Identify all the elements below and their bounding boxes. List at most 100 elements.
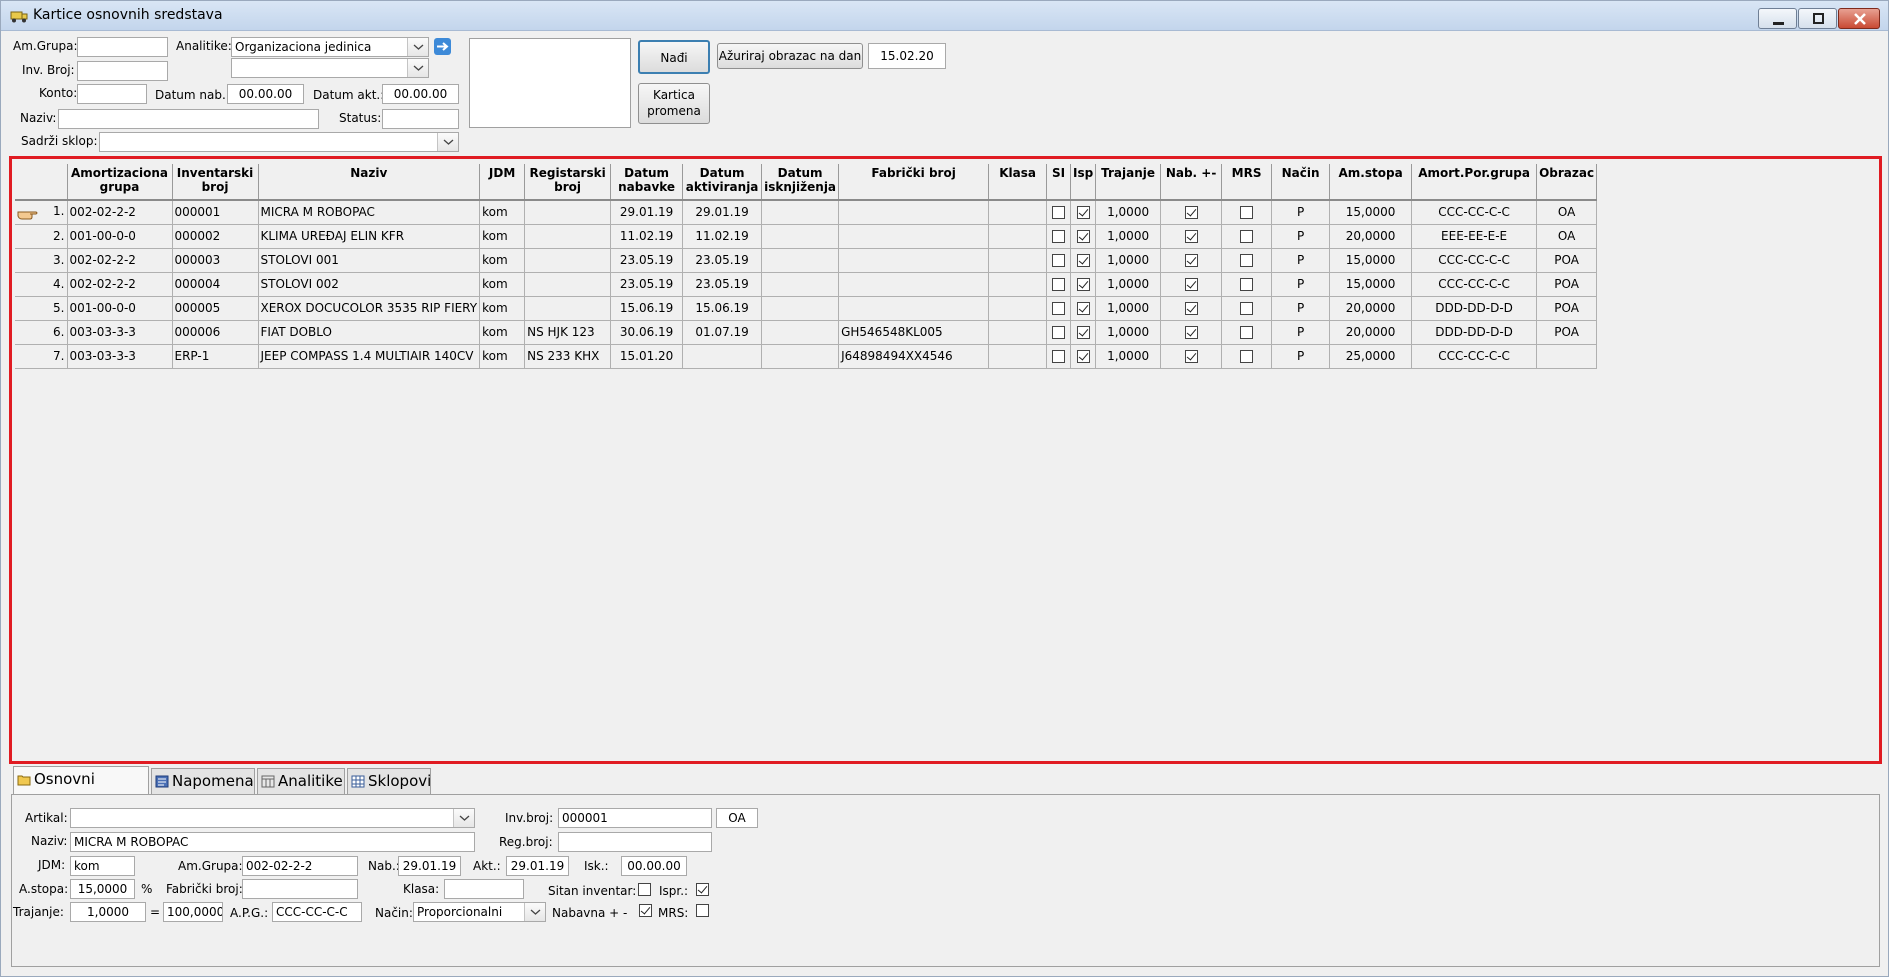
cell-si[interactable] (1046, 200, 1072, 225)
cell-traj[interactable]: 1,0000 (1095, 248, 1162, 273)
column-header[interactable]: Inventarski broj (172, 164, 259, 201)
cell-isp[interactable] (1070, 248, 1097, 273)
cell-stopa[interactable]: 15,0000 (1329, 248, 1413, 273)
chevron-down-icon[interactable] (524, 903, 545, 921)
cell-grupa[interactable]: 001-00-0-0 (67, 296, 173, 321)
cell-isk[interactable] (761, 344, 840, 369)
cell-mrs[interactable] (1221, 344, 1273, 369)
cell-apg[interactable]: CCC-CC-C-C (1411, 200, 1538, 225)
isp-checkbox[interactable] (1076, 302, 1090, 315)
chevron-down-icon[interactable] (437, 133, 458, 151)
column-header[interactable]: Isp (1070, 164, 1097, 201)
mrs-checkbox[interactable] (1240, 326, 1254, 339)
cell-nab[interactable]: 15.01.20 (610, 344, 684, 369)
cell-naziv[interactable]: XEROX DOCUCOLOR 3535 RIP FIERY (258, 296, 481, 321)
cell-akt[interactable]: 15.06.19 (682, 296, 763, 321)
nabavna-checkbox[interactable] (639, 904, 652, 917)
cell-isp[interactable] (1070, 272, 1097, 297)
tab-napomena[interactable]: Napomena (151, 768, 255, 794)
cell-klasa[interactable] (988, 272, 1048, 297)
cell-obr[interactable]: POA (1536, 296, 1598, 321)
column-header[interactable]: Datum isknjiženja (761, 164, 840, 201)
cell-inv[interactable]: 000005 (172, 296, 259, 321)
cell-isk[interactable] (761, 224, 840, 249)
naziv-input[interactable] (58, 109, 319, 129)
cell-traj[interactable]: 1,0000 (1095, 296, 1162, 321)
cell-traj[interactable]: 1,0000 (1095, 272, 1162, 297)
apg-input[interactable]: CCC-CC-C-C (272, 902, 362, 922)
mrs-checkbox[interactable] (1240, 230, 1254, 243)
cell-reg[interactable]: NS HJK 123 (524, 320, 612, 345)
cell-klasa[interactable] (988, 200, 1048, 225)
cell-isk[interactable] (761, 296, 840, 321)
cell-traj[interactable]: 1,0000 (1095, 344, 1162, 369)
naziv-detail-input[interactable]: MICRA M ROBOPAC (70, 832, 475, 852)
cell-nab[interactable]: 15.06.19 (610, 296, 684, 321)
analitike-listbox[interactable] (469, 38, 631, 128)
cell-inv[interactable]: 000006 (172, 320, 259, 345)
column-header[interactable]: SI (1046, 164, 1072, 201)
column-header[interactable]: Način (1271, 164, 1331, 201)
fabricki-input[interactable] (242, 879, 358, 899)
cell-fab[interactable]: J64898494XX4546 (838, 344, 990, 369)
cell-nab[interactable]: 23.05.19 (610, 248, 684, 273)
cell-apg[interactable]: CCC-CC-C-C (1411, 272, 1538, 297)
nabpm-checkbox[interactable] (1184, 278, 1198, 291)
cell-grupa[interactable]: 001-00-0-0 (67, 224, 173, 249)
ispr-checkbox[interactable] (696, 883, 709, 896)
cell-stopa[interactable]: 15,0000 (1329, 272, 1413, 297)
cell-nacin[interactable]: P (1271, 296, 1331, 321)
si-checkbox[interactable] (1052, 350, 1066, 363)
cell-si[interactable] (1046, 272, 1072, 297)
isp-checkbox[interactable] (1076, 206, 1090, 220)
cell-obr[interactable] (1536, 344, 1598, 369)
minimize-button[interactable] (1758, 8, 1797, 29)
cell-fab[interactable] (838, 224, 990, 249)
cell-akt[interactable]: 23.05.19 (682, 272, 763, 297)
cell-isk[interactable] (761, 272, 840, 297)
azuriraj-date-input[interactable]: 15.02.20 (868, 43, 946, 69)
cell-isk[interactable] (761, 248, 840, 273)
cell-klasa[interactable] (988, 296, 1048, 321)
table-row[interactable]: 1. 002-02-2-2 000001 MICRA M ROBOPAC kom 29.0… (15, 200, 1598, 225)
invbroj-input[interactable]: 000001 (558, 808, 712, 828)
cell-nacin[interactable]: P (1271, 200, 1331, 225)
cell-apg[interactable]: CCC-CC-C-C (1411, 344, 1538, 369)
table-row[interactable]: 2. 001-00-0-0 000002 KLIMA UREĐAJ ELIN KFR k… (15, 224, 1598, 249)
mrs-checkbox[interactable] (1240, 278, 1254, 291)
analitike-sub-combo[interactable] (231, 58, 429, 78)
column-header[interactable]: Klasa (988, 164, 1048, 201)
isk-input[interactable]: 00.00.00 (621, 856, 687, 876)
cell-jdm[interactable]: kom (479, 200, 526, 225)
cell-stopa[interactable]: 20,0000 (1329, 320, 1413, 345)
cell-mrs[interactable] (1221, 248, 1273, 273)
cell-isp[interactable] (1070, 224, 1097, 249)
cell-klasa[interactable] (988, 320, 1048, 345)
cell-akt[interactable] (682, 344, 763, 369)
datum-akt-input[interactable]: 00.00.00 (382, 84, 459, 104)
cell-nab[interactable]: 30.06.19 (610, 320, 684, 345)
cell-naziv[interactable]: JEEP COMPASS 1.4 MULTIAIR 140CV (258, 344, 481, 369)
cell-inv[interactable]: 000003 (172, 248, 259, 273)
isp-checkbox[interactable] (1076, 278, 1090, 291)
cell-naziv[interactable]: MICRA M ROBOPAC (258, 200, 481, 225)
cell-nabpm[interactable] (1160, 224, 1223, 249)
table-row[interactable]: 3. 002-02-2-2 000003 STOLOVI 001 kom 23.05.19… (15, 248, 1598, 273)
cell-mrs[interactable] (1221, 296, 1273, 321)
isp-checkbox[interactable] (1076, 326, 1090, 339)
column-header[interactable]: Trajanje (1095, 164, 1162, 201)
column-header[interactable] (15, 164, 68, 201)
cell-jdm[interactable]: kom (479, 272, 526, 297)
cell-stopa[interactable]: 20,0000 (1329, 296, 1413, 321)
cell-stopa[interactable]: 15,0000 (1329, 200, 1413, 225)
mrs-checkbox[interactable] (1240, 350, 1254, 363)
column-header[interactable]: Nab. +- (1160, 164, 1223, 201)
cell-jdm[interactable]: kom (479, 248, 526, 273)
chevron-down-icon[interactable] (407, 38, 428, 56)
datum-nab-input[interactable]: 00.00.00 (227, 84, 304, 104)
mrs-checkbox[interactable] (1240, 206, 1254, 220)
table-row[interactable]: 5. 001-00-0-0 000005 XEROX DOCUCOLOR 3535 R… (15, 296, 1598, 321)
obrazac-input[interactable]: OA (716, 808, 758, 828)
close-button[interactable] (1838, 8, 1880, 29)
cell-nab[interactable]: 11.02.19 (610, 224, 684, 249)
